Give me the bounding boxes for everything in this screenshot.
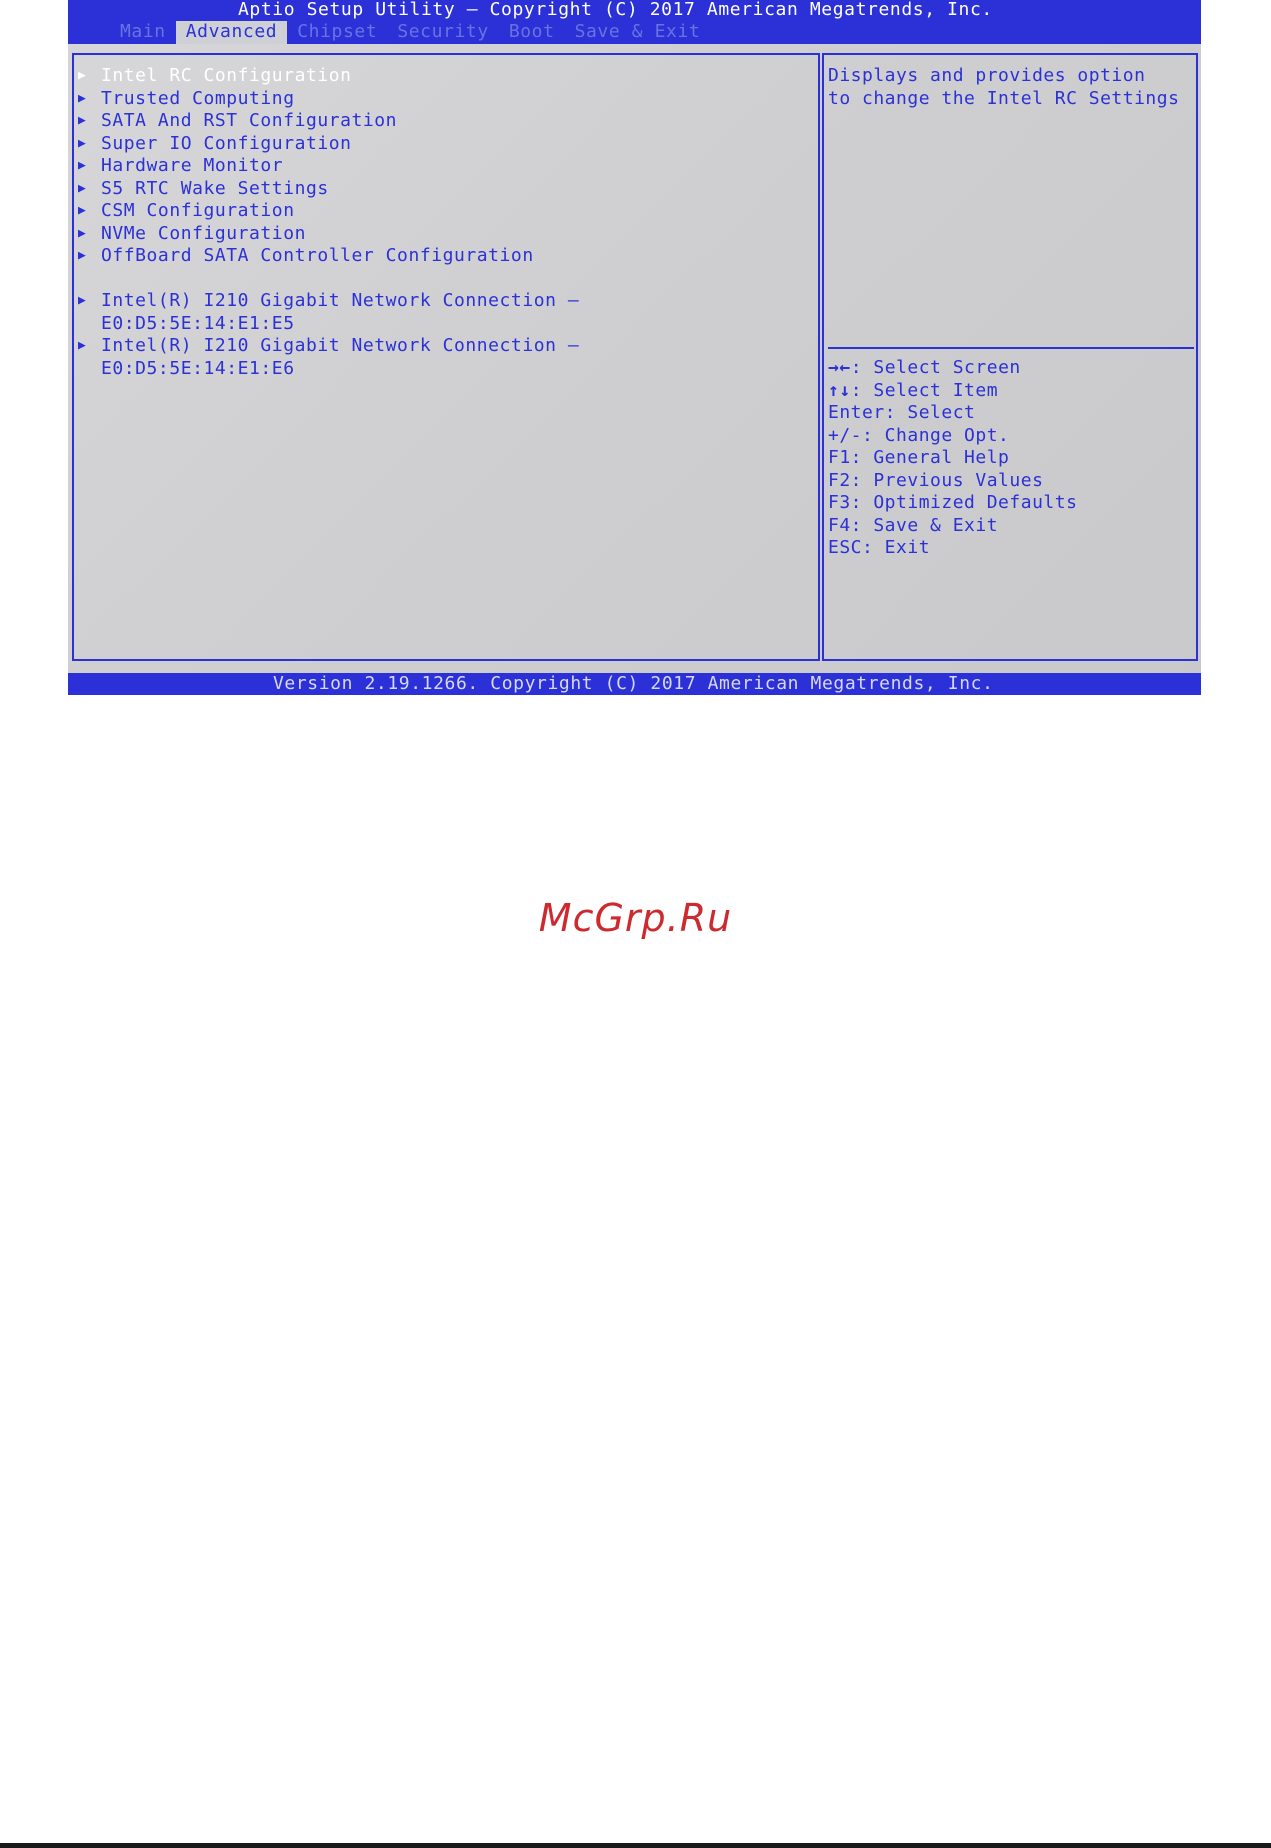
menu-item-offboard-sata-controller[interactable]: ▶ OffBoard SATA Controller Configuration xyxy=(74,245,818,268)
submenu-arrow-icon: ▶ xyxy=(78,338,87,353)
mac-address: E0:D5:5E:14:E1:E5 xyxy=(101,312,295,334)
menu-item-label: CSM Configuration xyxy=(101,200,295,221)
submenu-arrow-icon: ▶ xyxy=(78,225,87,241)
menu-item-trusted-computing[interactable]: ▶ Trusted Computing xyxy=(74,88,818,111)
help-line: to change the Intel RC Settings xyxy=(828,87,1180,109)
menu-item-label: Hardware Monitor xyxy=(101,155,284,176)
submenu-arrow-icon: ▶ xyxy=(78,113,87,128)
menu-item-label: S5 RTC Wake Settings xyxy=(101,177,329,199)
left-right-arrows-icon: →← xyxy=(828,357,851,378)
tab-bar: Main Advanced Chipset Security Boot Save… xyxy=(110,21,710,44)
key-desc: : Select Screen xyxy=(850,357,1021,378)
key-f4: F4: Save & Exit xyxy=(828,514,999,536)
submenu-arrow-icon: ▶ xyxy=(78,158,87,173)
mac-address: E0:D5:5E:14:E1:E6 xyxy=(101,357,295,379)
watermark: McGrp.Ru xyxy=(538,896,733,940)
submenu-arrow-icon: ▶ xyxy=(78,90,87,106)
menu-item-super-io-configuration[interactable]: ▶ Super IO Configuration xyxy=(74,133,818,156)
key-change-opt: +/-: Change Opt. xyxy=(828,424,1010,446)
submenu-arrow-icon: ▶ xyxy=(78,180,87,196)
menu-item-label: Super IO Configuration xyxy=(101,132,352,154)
version-text: Version 2.19.1266. Copyright (C) 2017 Am… xyxy=(273,673,994,694)
menu-item-hardware-monitor[interactable]: ▶ Hardware Monitor xyxy=(74,155,818,178)
menu-item-label: Trusted Computing xyxy=(101,87,295,109)
main-pane: ▶ Intel RC Configuration ▶ Trusted Compu… xyxy=(72,53,820,661)
help-pane: Displays and provides option to change t… xyxy=(822,53,1198,661)
menu-item-label: OffBoard SATA Controller Configuration xyxy=(101,245,534,266)
tab-security[interactable]: Security xyxy=(387,21,499,44)
menu-item-label: Intel(R) I210 Gigabit Network Connection… xyxy=(101,335,580,356)
menu-spacer xyxy=(74,268,818,291)
key-desc: : Select Item xyxy=(850,379,999,401)
menu-item-intel-rc-configuration[interactable]: ▶ Intel RC Configuration xyxy=(74,65,818,88)
menu-item-sata-rst-configuration[interactable]: ▶ SATA And RST Configuration xyxy=(74,110,818,133)
footer-bar: Version 2.19.1266. Copyright (C) 2017 Am… xyxy=(68,673,1201,695)
bios-screen: Aptio Setup Utility – Copyright (C) 2017… xyxy=(68,0,1201,695)
tab-boot[interactable]: Boot xyxy=(499,21,565,44)
title-text: Aptio Setup Utility – Copyright (C) 2017… xyxy=(238,0,993,20)
help-line: Displays and provides option xyxy=(828,65,1146,86)
submenu-arrow-icon: ▶ xyxy=(78,135,87,151)
menu-item-label: SATA And RST Configuration xyxy=(101,110,398,131)
key-select-item: ↑↓: Select Item xyxy=(828,380,1077,403)
submenu-arrow-icon: ▶ xyxy=(78,68,87,83)
submenu-arrow-icon: ▶ xyxy=(78,203,87,218)
menu-item-label: Intel(R) I210 Gigabit Network Connection… xyxy=(101,290,580,311)
tab-advanced[interactable]: Advanced xyxy=(175,21,288,44)
menu-list: ▶ Intel RC Configuration ▶ Trusted Compu… xyxy=(74,65,818,380)
help-description: Displays and provides option to change t… xyxy=(828,65,1188,110)
key-f3: F3: Optimized Defaults xyxy=(828,492,1078,513)
key-enter: Enter: Select xyxy=(828,402,976,423)
menu-item-s5-rtc-wake-settings[interactable]: ▶ S5 RTC Wake Settings xyxy=(74,178,818,201)
menu-item-nvme-configuration[interactable]: ▶ NVMe Configuration xyxy=(74,223,818,246)
key-legend: →←: Select Screen ↑↓: Select Item Enter:… xyxy=(828,357,1077,560)
menu-item-label: NVMe Configuration xyxy=(101,222,306,244)
menu-item-csm-configuration[interactable]: ▶ CSM Configuration xyxy=(74,200,818,223)
submenu-arrow-icon: ▶ xyxy=(78,248,87,263)
title-bar: Aptio Setup Utility – Copyright (C) 2017… xyxy=(68,0,1201,44)
menu-item-network-connection-2[interactable]: ▶ Intel(R) I210 Gigabit Network Connecti… xyxy=(74,335,818,380)
submenu-arrow-icon: ▶ xyxy=(78,293,87,308)
key-esc: ESC: Exit xyxy=(828,537,931,558)
up-down-arrows-icon: ↑↓ xyxy=(828,379,851,401)
menu-item-label: Intel RC Configuration xyxy=(101,65,352,86)
help-divider xyxy=(828,347,1194,349)
page-bottom-rule xyxy=(0,1843,1271,1848)
menu-item-network-connection-1[interactable]: ▶ Intel(R) I210 Gigabit Network Connecti… xyxy=(74,290,818,335)
key-f1: F1: General Help xyxy=(828,447,1010,468)
tab-chipset[interactable]: Chipset xyxy=(287,21,387,44)
tab-main[interactable]: Main xyxy=(110,21,176,44)
tab-save-exit[interactable]: Save & Exit xyxy=(565,21,711,44)
key-f2: F2: Previous Values xyxy=(828,469,1044,491)
key-select-screen: →←: Select Screen xyxy=(828,357,1077,380)
